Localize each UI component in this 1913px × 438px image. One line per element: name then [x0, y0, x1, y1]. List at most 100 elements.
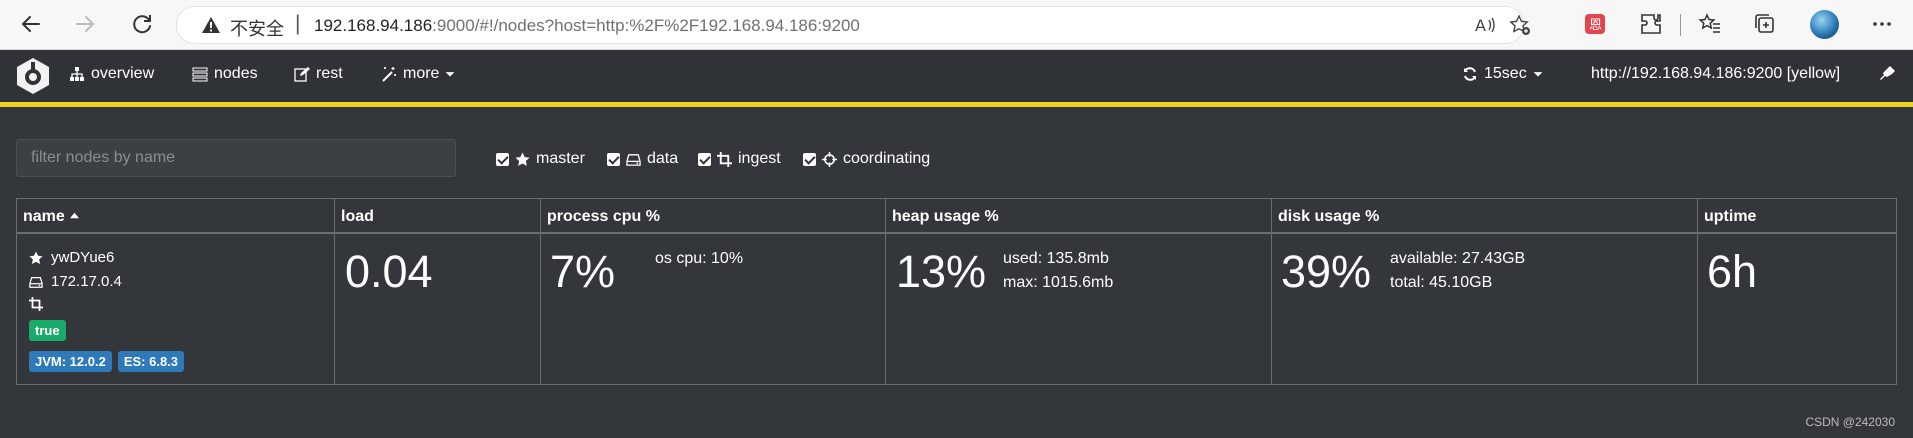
coordinating-checkbox[interactable]	[803, 152, 816, 166]
star-icon	[515, 151, 530, 166]
header-name[interactable]: name	[17, 199, 334, 234]
favorites-icon[interactable]	[1698, 12, 1722, 36]
role-filter-coordinating[interactable]: coordinating	[803, 150, 930, 168]
url-host: 192.168.94.186	[314, 16, 433, 35]
forward-arrow-icon[interactable]	[70, 9, 100, 39]
url-text[interactable]: 192.168.94.186:9000/#!/nodes?host=http:%…	[314, 16, 860, 36]
nodes-table: name ywDYue6 172.17.0.4 true JVM: 12.0.2…	[16, 198, 1897, 385]
svg-text:A: A	[1475, 16, 1486, 35]
os-cpu-value: os cpu: 10%	[655, 250, 744, 267]
node-name: ywDYue6	[51, 249, 115, 266]
uptime-value: 6h	[1707, 246, 1758, 297]
es-version-badge: ES: 6.8.3	[117, 351, 185, 372]
node-name-line: ywDYue6	[29, 249, 114, 266]
nav-rest-label: rest	[316, 65, 343, 82]
crop-icon	[717, 151, 732, 167]
role-filter-master[interactable]: master	[496, 150, 585, 168]
role-label-ingest: ingest	[738, 150, 781, 167]
disk-available-value: available: 27.43GB	[1390, 250, 1526, 267]
nav-nodes-label: nodes	[214, 65, 258, 82]
crop-icon	[29, 297, 43, 311]
role-label-master: master	[536, 150, 585, 167]
sitemap-icon	[70, 67, 84, 81]
filter-nodes-input[interactable]	[16, 139, 456, 177]
favorite-add-icon[interactable]	[1509, 14, 1531, 36]
column-cpu: process cpu % 7% os cpu: 10%	[541, 199, 886, 384]
node-ip-line: 172.17.0.4	[29, 273, 122, 290]
magic-icon	[382, 67, 396, 82]
header-load-label: load	[341, 208, 374, 225]
disk-total-value: total: 45.10GB	[1390, 274, 1493, 291]
toolbar-divider	[1680, 14, 1681, 36]
column-name: name ywDYue6 172.17.0.4 true JVM: 12.0.2…	[17, 199, 335, 384]
node-ip: 172.17.0.4	[51, 273, 122, 290]
cluster-status-bar	[0, 102, 1913, 107]
cerebro-logo-icon[interactable]	[15, 57, 51, 95]
disk-value: 39%	[1281, 246, 1372, 297]
star-icon	[29, 250, 43, 264]
header-heap[interactable]: heap usage %	[886, 199, 1271, 234]
header-cpu[interactable]: process cpu %	[541, 199, 885, 234]
column-disk: disk usage % 39% available: 27.43GB tota…	[1272, 199, 1698, 384]
url-path: :9000/#!/nodes?host=http:%2F%2F192.168.9…	[432, 16, 860, 35]
caret-down-icon	[1533, 72, 1543, 77]
node-badge-line: true	[29, 320, 66, 341]
jvm-version-badge: JVM: 12.0.2	[29, 351, 112, 372]
cluster-url[interactable]: http://192.168.94.186:9200 [yellow]	[1591, 65, 1840, 83]
header-disk[interactable]: disk usage %	[1272, 199, 1697, 234]
hdd-icon	[29, 276, 43, 288]
profile-avatar[interactable]	[1810, 10, 1839, 39]
heap-value: 13%	[896, 246, 987, 297]
back-arrow-icon[interactable]	[16, 9, 46, 39]
disconnect-plug-icon[interactable]	[1880, 65, 1896, 81]
address-bar[interactable]: 不安全 | 192.168.94.186:9000/#!/nodes?host=…	[176, 6, 1530, 44]
cluster-url-label: http://192.168.94.186:9200 [yellow]	[1591, 65, 1841, 82]
hdd-icon	[626, 153, 641, 166]
url-separator: |	[295, 12, 301, 35]
role-filter-data[interactable]: data	[607, 150, 678, 168]
cpu-value: 7%	[550, 246, 616, 297]
header-cpu-label: process cpu %	[547, 208, 660, 225]
column-load: load 0.04	[335, 199, 541, 384]
nav-more-dropdown[interactable]: more	[381, 65, 455, 83]
load-value: 0.04	[345, 246, 433, 297]
data-checkbox[interactable]	[607, 152, 620, 166]
column-uptime: uptime 6h	[1698, 199, 1896, 384]
header-load[interactable]: load	[335, 199, 540, 234]
crosshairs-icon	[822, 151, 837, 167]
node-ingest-line	[29, 297, 43, 311]
app-navbar: overview nodes rest more 15sec http://19…	[0, 50, 1913, 102]
header-heap-label: heap usage %	[892, 208, 999, 225]
role-label-coordinating: coordinating	[843, 150, 931, 167]
header-name-label: name	[23, 208, 65, 225]
ingest-checkbox[interactable]	[698, 152, 711, 166]
edit-icon	[294, 67, 310, 82]
node-version-line: JVM: 12.0.2 ES: 6.8.3	[29, 351, 185, 372]
role-filter-ingest[interactable]: ingest	[698, 150, 781, 168]
refresh-icon	[1464, 67, 1476, 81]
extension-icon[interactable]: 恩	[1583, 12, 1607, 36]
status-badge: true	[29, 320, 66, 341]
read-aloud-icon[interactable]: A	[1474, 14, 1496, 36]
refresh-interval-dropdown[interactable]: 15sec	[1462, 65, 1543, 83]
role-label-data: data	[647, 150, 679, 167]
collections-icon[interactable]	[1753, 12, 1777, 36]
watermark: CSDN @242030	[1805, 415, 1895, 429]
puzzle-extensions-icon[interactable]	[1639, 12, 1663, 36]
nav-rest[interactable]: rest	[294, 65, 343, 83]
svg-text:恩: 恩	[1589, 18, 1602, 33]
insecure-label[interactable]: 不安全	[230, 15, 284, 41]
refresh-interval-label: 15sec	[1484, 65, 1527, 82]
reload-icon[interactable]	[127, 9, 157, 39]
nav-overview[interactable]: overview	[69, 65, 154, 83]
master-checkbox[interactable]	[496, 152, 509, 166]
warning-icon[interactable]	[201, 15, 221, 35]
heap-used-value: used: 135.8mb	[1003, 250, 1109, 267]
header-uptime[interactable]: uptime	[1698, 199, 1896, 234]
nav-nodes[interactable]: nodes	[192, 65, 258, 83]
caret-down-icon	[446, 72, 455, 77]
nav-overview-label: overview	[91, 65, 155, 82]
more-options-icon[interactable]	[1870, 12, 1894, 36]
nav-more-label: more	[403, 65, 440, 82]
heap-max-value: max: 1015.6mb	[1003, 274, 1114, 291]
